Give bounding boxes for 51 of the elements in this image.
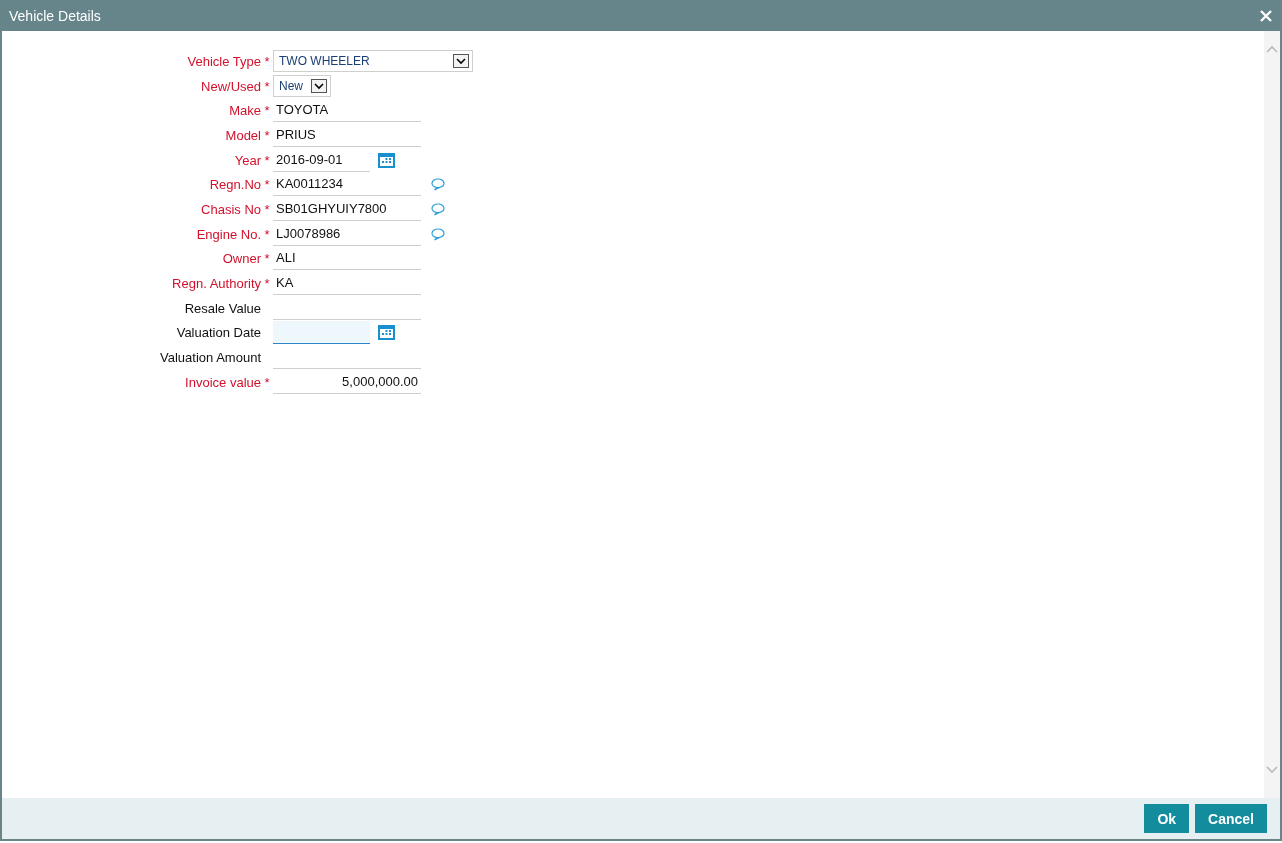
input-field[interactable]: KA xyxy=(273,272,421,296)
caret-icon xyxy=(311,79,327,94)
scroll-down-icon[interactable] xyxy=(1266,766,1278,774)
field-label: Year xyxy=(233,152,261,168)
dropdown[interactable]: New xyxy=(273,75,331,98)
field-label: Vehicle Type xyxy=(186,53,261,69)
speech-bubble-icon[interactable] xyxy=(431,202,445,216)
input-field[interactable]: LJ0078986 xyxy=(273,222,421,246)
required-mark: * xyxy=(263,177,271,193)
field-label: New/Used xyxy=(200,78,261,94)
required-mark: * xyxy=(263,374,271,390)
field-label: Regn.No xyxy=(208,177,261,193)
field-label: Model xyxy=(224,127,261,143)
cancel-button[interactable]: Cancel xyxy=(1195,804,1267,833)
field-label: Regn. Authority xyxy=(171,276,261,292)
input-field[interactable] xyxy=(273,321,370,345)
field-label: Make xyxy=(228,103,261,119)
window-title: Vehicle Details xyxy=(9,7,101,24)
required-mark: * xyxy=(263,78,271,94)
scroll-up-icon[interactable] xyxy=(1266,45,1278,53)
dropdown[interactable]: TWO WHEELER xyxy=(273,50,473,73)
scrollbar[interactable] xyxy=(1264,31,1280,798)
input-field[interactable]: 5,000,000.00 xyxy=(273,370,421,394)
input-field[interactable]: SB01GHYUIY7800 xyxy=(273,197,421,221)
field-label: Chasis No xyxy=(200,201,261,217)
required-mark: * xyxy=(263,251,271,267)
required-mark: * xyxy=(263,127,271,143)
required-mark: * xyxy=(263,226,271,242)
field-label: Owner xyxy=(221,251,261,267)
required-mark: * xyxy=(263,276,271,292)
caret-icon xyxy=(453,54,469,69)
close-icon[interactable] xyxy=(1260,9,1272,22)
input-field[interactable]: ALI xyxy=(273,247,421,271)
required-mark: * xyxy=(263,53,271,69)
field-label: Engine No. xyxy=(195,226,261,242)
required-mark: * xyxy=(263,201,271,217)
required-mark: * xyxy=(263,103,271,119)
speech-bubble-icon[interactable] xyxy=(431,178,445,192)
input-field[interactable]: TOYOTA xyxy=(273,99,421,123)
field-label: Valuation Date xyxy=(175,325,261,341)
input-field[interactable]: 2016-09-01 xyxy=(273,148,370,172)
calendar-icon[interactable] xyxy=(378,152,395,168)
calendar-icon[interactable] xyxy=(378,325,395,341)
field-label: Resale Value xyxy=(183,300,261,316)
speech-bubble-icon[interactable] xyxy=(431,227,445,241)
field-label: Invoice value xyxy=(184,374,261,390)
required-mark: * xyxy=(263,152,271,168)
field-label: Valuation Amount xyxy=(159,350,261,366)
input-field[interactable]: KA0011234 xyxy=(273,173,421,197)
ok-button[interactable]: Ok xyxy=(1144,804,1190,833)
input-field[interactable]: PRIUS xyxy=(273,123,421,147)
